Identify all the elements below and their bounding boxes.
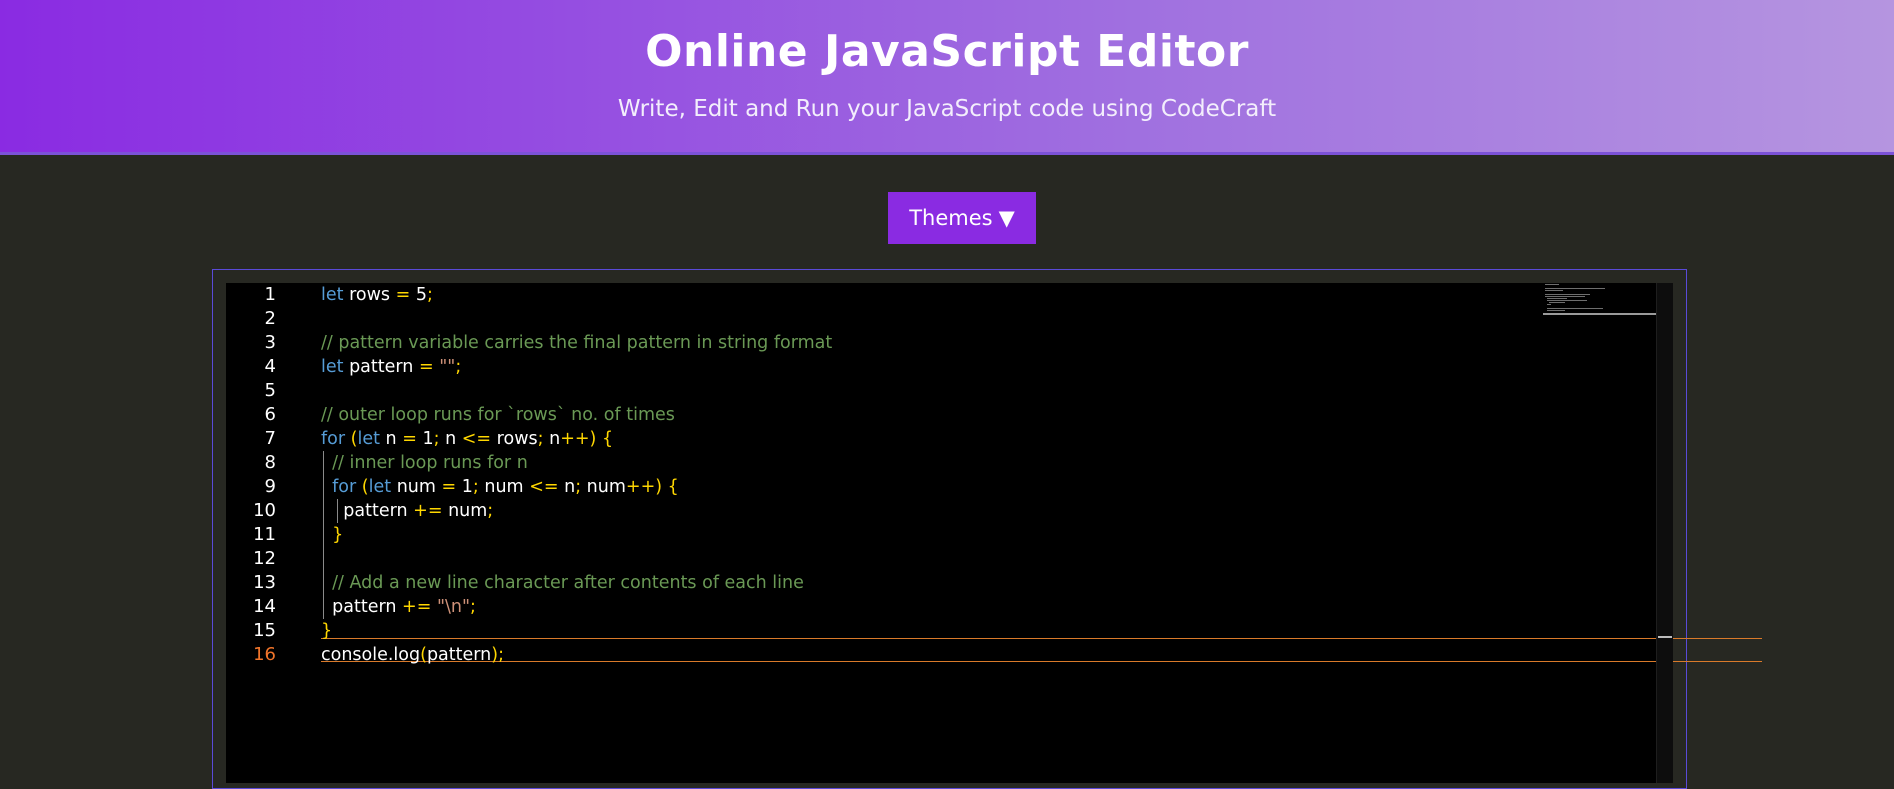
line-number: 8	[264, 452, 276, 473]
code-line[interactable]: // pattern variable carries the final pa…	[321, 331, 832, 355]
page-title: Online JavaScript Editor	[645, 26, 1249, 77]
line-number: 12	[253, 548, 276, 569]
minimap[interactable]	[1543, 283, 1658, 317]
code-line[interactable]: pattern += num;	[321, 499, 493, 523]
line-number: 3	[264, 332, 276, 353]
line-number-gutter: 1 2 3 4 5 6 7 8 9 10 11 12 13 14 15 16	[226, 283, 300, 783]
line-number: 7	[264, 428, 276, 449]
code-line[interactable]: // outer loop runs for `rows` no. of tim…	[321, 403, 675, 427]
line-number-active: 16	[253, 644, 276, 665]
line-number: 6	[264, 404, 276, 425]
line-number: 11	[253, 524, 276, 545]
page-header: Online JavaScript Editor Write, Edit and…	[0, 0, 1894, 155]
current-line-highlight	[321, 638, 1762, 662]
minimap-slider[interactable]	[1543, 313, 1658, 315]
code-line[interactable]: pattern += "\n";	[321, 595, 476, 619]
code-line[interactable]: // inner loop runs for n	[321, 451, 528, 475]
code-line[interactable]: for (let num = 1; num <= n; num++) {	[321, 475, 679, 499]
code-line[interactable]: for (let n = 1; n <= rows; n++) {	[321, 427, 613, 451]
line-number: 14	[253, 596, 276, 617]
code-editor[interactable]: 1 2 3 4 5 6 7 8 9 10 11 12 13 14 15 16 l…	[226, 283, 1762, 783]
code-line[interactable]: }	[321, 619, 332, 643]
code-line[interactable]: // Add a new line character after conten…	[321, 571, 804, 595]
line-number: 4	[264, 356, 276, 377]
code-line[interactable]: }	[321, 523, 343, 547]
code-line[interactable]: console.log(pattern);	[321, 643, 504, 667]
code-line[interactable]: let rows = 5;	[321, 283, 433, 307]
code-line[interactable]: let pattern = "";	[321, 355, 461, 379]
line-number: 9	[264, 476, 276, 497]
scrollbar-cursor-marker	[1658, 636, 1672, 638]
line-number: 13	[253, 572, 276, 593]
vertical-scrollbar[interactable]	[1656, 283, 1673, 783]
line-number: 15	[253, 620, 276, 641]
line-number: 1	[264, 284, 276, 305]
line-number: 10	[253, 500, 276, 521]
themes-button-label: Themes	[909, 206, 993, 230]
line-number: 5	[264, 380, 276, 401]
chevron-down-icon: ▼	[998, 206, 1015, 230]
themes-dropdown-button[interactable]: Themes ▼	[888, 192, 1036, 244]
page-subtitle: Write, Edit and Run your JavaScript code…	[617, 96, 1277, 122]
line-number: 2	[264, 308, 276, 329]
